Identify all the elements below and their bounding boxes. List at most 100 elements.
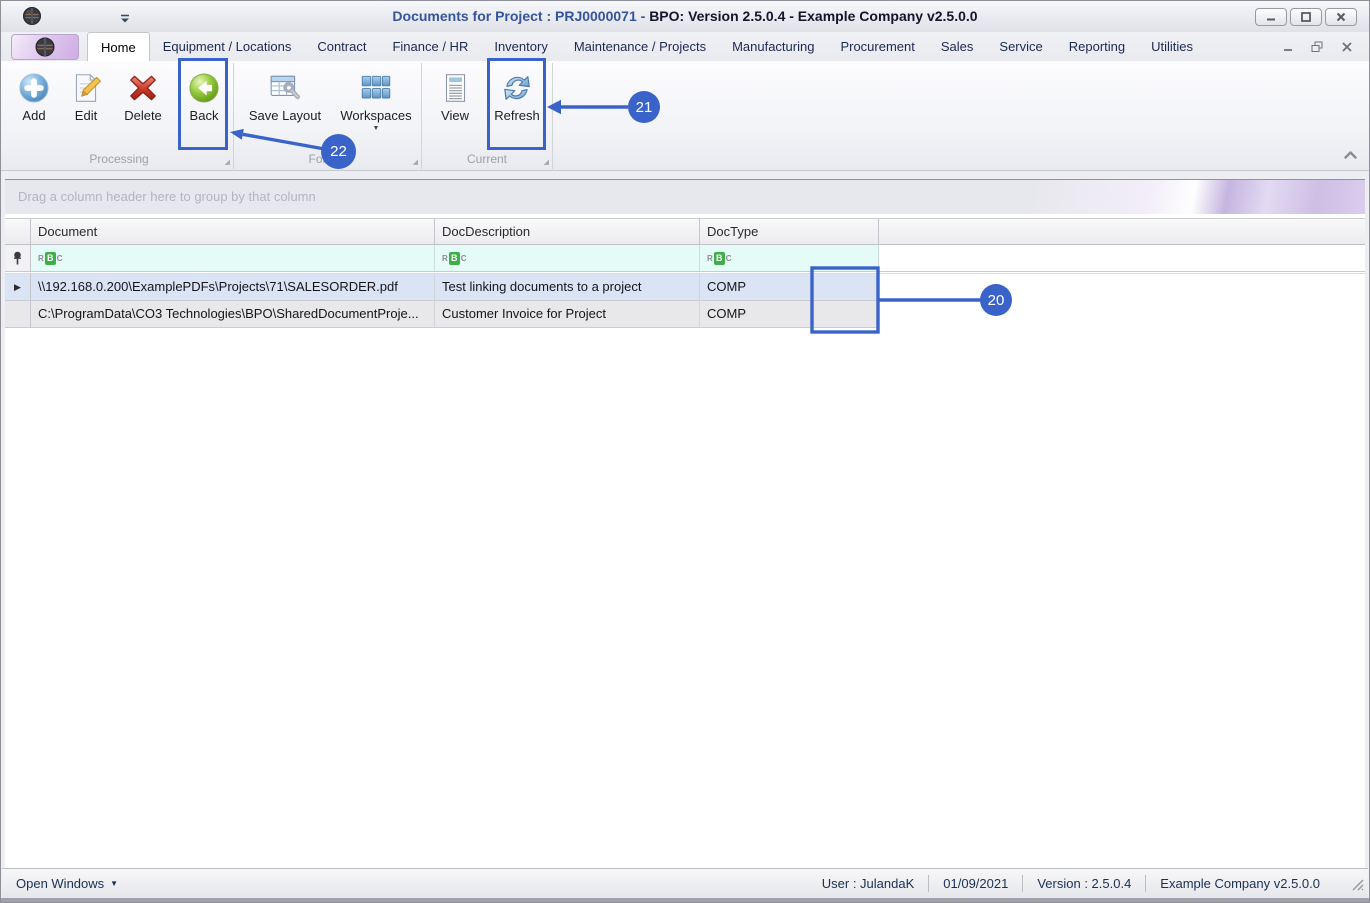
group-label-format: Format [308,152,347,166]
group-label-processing: Processing [89,152,149,166]
filter-pin-icon [14,251,21,264]
row-indicator: ▶ [5,274,31,301]
workspaces-icon [359,71,393,105]
tab-finance-hr[interactable]: Finance / HR [379,32,481,61]
mdi-restore-button[interactable] [1311,40,1324,58]
cell-document[interactable]: C:\ProgramData\CO3 Technologies\BPO\Shar… [31,301,435,328]
add-button[interactable]: Add [11,67,57,123]
ribbon-group-processing: Add Edit Delete Back Processing ◢ [5,63,234,169]
mdi-minimize-button[interactable] [1282,40,1294,58]
group-by-panel[interactable]: Drag a column header here to group by th… [5,180,1365,214]
tab-inventory[interactable]: Inventory [481,32,560,61]
cell-empty [879,301,1365,328]
title-bar: Documents for Project : PRJ0000071 - BPO… [1,1,1369,32]
cell-docdescription[interactable]: Test linking documents to a project [435,274,700,301]
edit-button[interactable]: Edit [63,67,109,123]
column-header-doctype[interactable]: DocType [700,219,879,245]
caret-down-icon: ▼ [110,879,119,888]
open-windows-label: Open Windows [16,876,105,891]
maximize-button[interactable] [1290,8,1322,26]
edit-icon [69,71,103,105]
save-layout-button[interactable]: Save Layout [242,67,328,123]
bpo-logo-icon [35,37,55,57]
delete-icon [126,71,160,105]
status-company: Example Company v2.5.0.0 [1160,876,1320,891]
tab-reporting[interactable]: Reporting [1056,32,1138,61]
status-user: User : JulandaK [821,876,915,891]
mdi-close-button[interactable] [1341,40,1353,58]
mdi-window-controls [1282,40,1353,58]
ribbon-tabs: Home Equipment / Locations Contract Fina… [87,32,1206,61]
minimize-button[interactable] [1255,8,1287,26]
cell-docdescription[interactable]: Customer Invoice for Project [435,301,700,328]
table-row[interactable]: C:\ProgramData\CO3 Technologies\BPO\Shar… [5,301,1365,328]
tab-home[interactable]: Home [87,32,150,61]
row-indicator [5,301,31,328]
group-by-hint: Drag a column header here to group by th… [18,189,316,204]
tab-maintenance-projects[interactable]: Maintenance / Projects [561,32,719,61]
collapse-ribbon-icon[interactable] [1342,148,1359,166]
text-filter-icon: RBC [442,251,467,265]
tab-utilities[interactable]: Utilities [1138,32,1206,61]
cell-document[interactable]: \\192.168.0.200\ExamplePDFs\Projects\71\… [31,274,435,301]
ribbon-tab-row: Home Equipment / Locations Contract Fina… [1,32,1369,61]
table-row[interactable]: ▶ \\192.168.0.200\ExamplePDFs\Projects\7… [5,274,1365,301]
header-indicator-cell [5,219,31,245]
group-dialog-launcher-icon[interactable]: ◢ [225,159,230,166]
filter-cell-doctype[interactable]: RBC [700,245,879,271]
tab-equipment-locations[interactable]: Equipment / Locations [150,32,305,61]
window-controls [1255,8,1357,26]
cell-doctype[interactable]: COMP [700,274,879,301]
grid-header-row: Document DocDescription DocType [5,218,1365,245]
refresh-button[interactable]: Refresh [488,67,546,123]
group-dialog-launcher-icon[interactable]: ◢ [413,159,418,166]
add-icon [17,71,51,105]
status-date: 01/09/2021 [943,876,1009,891]
column-header-document[interactable]: Document [31,219,435,245]
tab-sales[interactable]: Sales [928,32,987,61]
documents-grid: Drag a column header here to group by th… [5,179,1365,868]
ribbon-group-current: View Refresh Current ◢ [422,63,553,169]
tab-service[interactable]: Service [986,32,1055,61]
column-header-docdescription[interactable]: DocDescription [435,219,700,245]
tab-manufacturing[interactable]: Manufacturing [719,32,827,61]
filter-cell-document[interactable]: RBC [31,245,435,271]
app-window: Documents for Project : PRJ0000071 - BPO… [0,0,1370,903]
ribbon-group-format: Save Layout Workspaces ▼ Format ◢ [234,63,422,169]
window-bottom-border [1,898,1369,902]
application-button[interactable] [11,34,79,60]
ribbon-toolbar: Add Edit Delete Back Processing ◢ Save L… [1,61,1369,171]
group-dialog-launcher-icon[interactable]: ◢ [544,159,549,166]
cell-empty [879,274,1365,301]
save-layout-icon [268,71,302,105]
cell-doctype[interactable]: COMP [700,301,879,328]
tab-contract[interactable]: Contract [304,32,379,61]
delete-button[interactable]: Delete [115,67,171,123]
back-icon [187,71,221,105]
close-button[interactable] [1325,8,1357,26]
group-label-current: Current [466,152,507,166]
filter-row-indicator [5,245,31,271]
workspaces-button[interactable]: Workspaces ▼ [334,67,418,132]
open-windows-dropdown[interactable]: Open Windows ▼ [16,876,118,891]
view-button[interactable]: View [430,67,480,123]
filter-cell-empty [879,245,1365,271]
status-bar: Open Windows ▼ User : JulandaK 01/09/202… [2,868,1368,898]
text-filter-icon: RBC [38,251,63,265]
column-header-empty [879,219,1365,245]
tab-procurement[interactable]: Procurement [827,32,927,61]
refresh-icon [500,71,534,105]
window-title-app: BPO: Version 2.5.0.4 - Example Company v… [649,8,978,24]
resize-grip[interactable] [1351,878,1365,895]
text-filter-icon: RBC [707,251,732,265]
window-title: Documents for Project : PRJ0000071 - BPO… [1,8,1369,24]
back-button[interactable]: Back [179,67,229,123]
status-bar-fields: User : JulandaK 01/09/2021 Version : 2.5… [808,869,1334,898]
panel-decoration [1035,180,1365,214]
workspaces-dropdown-icon: ▼ [372,125,380,132]
filter-cell-docdescription[interactable]: RBC [435,245,700,271]
status-version: Version : 2.5.0.4 [1037,876,1132,891]
auto-filter-row: RBC RBC RBC [5,245,1365,271]
view-icon [438,71,472,105]
window-title-project: Documents for Project : PRJ0000071 - [392,8,650,24]
